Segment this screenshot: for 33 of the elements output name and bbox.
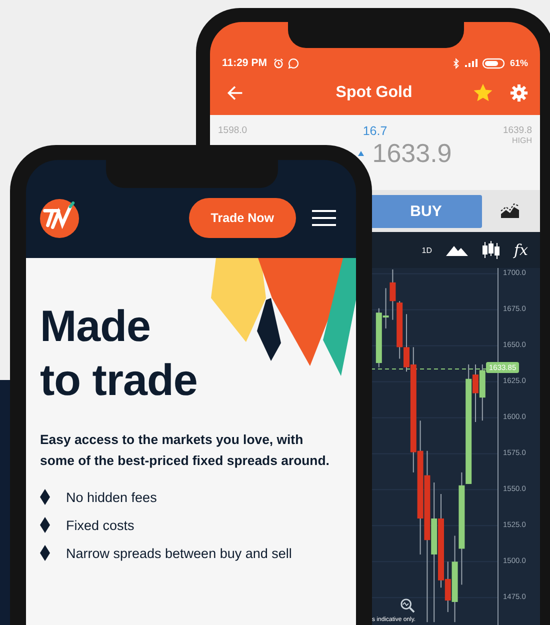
high-value: 1639.8 [502, 125, 532, 136]
battery-level: 61% [510, 58, 528, 68]
diamond-bullet-icon [40, 545, 50, 561]
high-label: HIGH [512, 136, 532, 145]
settings-icon[interactable] [510, 84, 528, 102]
candlestick-icon[interactable] [482, 241, 500, 259]
feature-item: No hidden fees [66, 490, 157, 504]
diamond-bullet-icon [40, 517, 50, 533]
up-triangle-icon [358, 151, 364, 156]
zoom-icon[interactable] [400, 598, 415, 613]
feature-item: Narrow spreads between buy and sell [66, 546, 292, 560]
menu-icon[interactable] [312, 210, 336, 226]
bluetooth-icon [452, 58, 460, 68]
price-change: 16.7 [362, 124, 388, 138]
alarm-icon [272, 58, 284, 68]
star-icon[interactable] [474, 84, 492, 102]
signal-icon [464, 58, 478, 68]
headline: Made to trade [40, 301, 198, 407]
low-value: 1598.0 [218, 125, 248, 136]
screen-title: Spot Gold [334, 84, 414, 102]
back-arrow-icon[interactable] [226, 84, 244, 102]
battery-icon [482, 58, 506, 68]
diamond-bullet-icon [40, 489, 50, 505]
logo-icon[interactable] [39, 198, 80, 238]
period-tab[interactable]: 1D [422, 246, 432, 254]
current-price: 1633.9 [372, 138, 452, 169]
status-time: 11:29 PM [222, 57, 267, 69]
mountain-icon[interactable] [446, 244, 468, 256]
formula-button[interactable]: fx [514, 241, 528, 259]
area-chart-icon[interactable] [500, 203, 520, 219]
chat-icon [288, 58, 299, 68]
feature-item: Fixed costs [66, 518, 134, 532]
intro-paragraph: Easy access to the markets you love, with some of the best-priced fixed spreads around. [40, 431, 330, 470]
